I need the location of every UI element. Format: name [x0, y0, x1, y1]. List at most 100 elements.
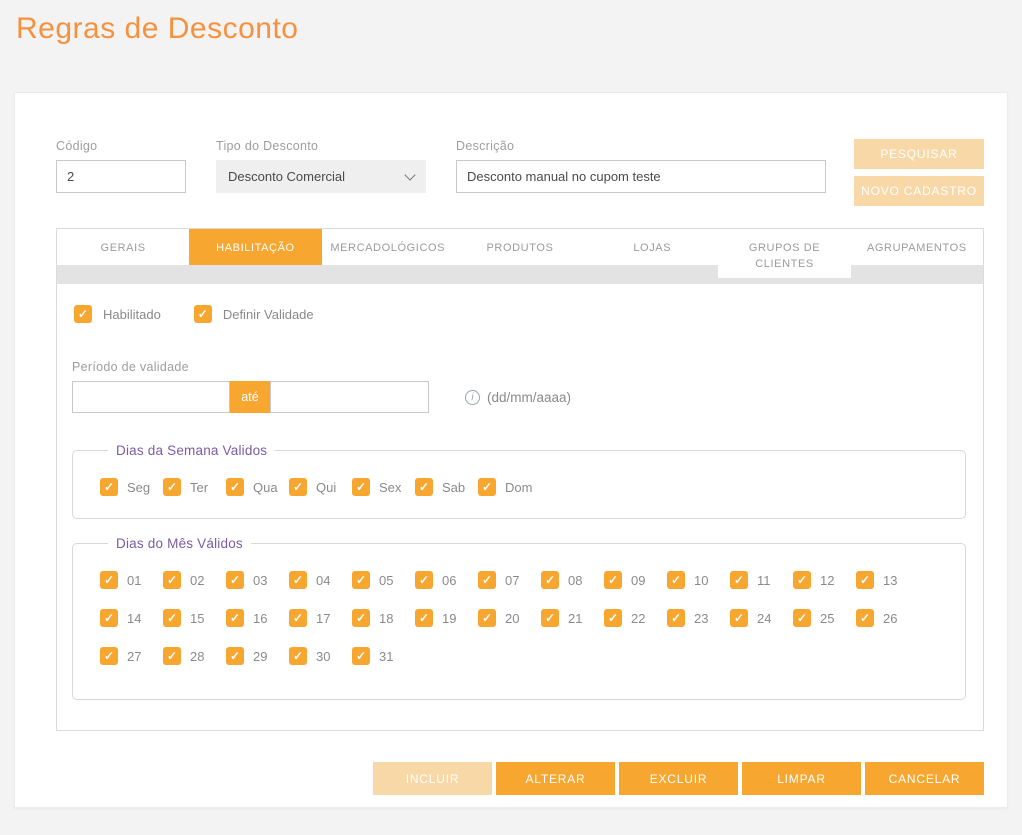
month-day-item[interactable]: ✓ 14 — [100, 609, 163, 627]
month-day-item[interactable]: ✓ 06 — [415, 571, 478, 589]
checked-checkbox: ✓ — [100, 647, 118, 665]
tab[interactable]: PRODUTOS — [453, 229, 587, 265]
day-label: 25 — [820, 610, 835, 626]
checkbox-item[interactable]: ✓ Definir Validade — [193, 305, 314, 323]
day-label: 13 — [883, 572, 898, 588]
month-day-item[interactable]: ✓ 18 — [352, 609, 415, 627]
month-days: ✓ 01 ✓ 02 ✓ 03 ✓ 04 ✓ 05 ✓ 06 ✓ 07 ✓ 08 … — [100, 571, 919, 665]
week-days: ✓ Seg ✓ Ter ✓ Qua ✓ Qui ✓ Sex ✓ Sab ✓ Do… — [100, 478, 919, 496]
footer-button[interactable]: ALTERAR — [496, 762, 615, 795]
checkbox-item[interactable]: ✓ Habilitado — [74, 305, 161, 323]
month-day-item[interactable]: ✓ 23 — [667, 609, 730, 627]
tipo-desconto-label: Tipo do Desconto — [216, 139, 319, 153]
checked-checkbox: ✓ — [289, 647, 307, 665]
month-day-item[interactable]: ✓ 05 — [352, 571, 415, 589]
footer-button[interactable]: CANCELAR — [865, 762, 984, 795]
day-label: Dom — [505, 479, 533, 495]
day-label: 14 — [127, 610, 142, 626]
month-day-item[interactable]: ✓ 04 — [289, 571, 352, 589]
week-day-item[interactable]: ✓ Seg — [100, 478, 163, 496]
month-day-item[interactable]: ✓ 03 — [226, 571, 289, 589]
tab[interactable]: LOJAS — [586, 229, 719, 265]
week-day-item[interactable]: ✓ Dom — [478, 478, 541, 496]
month-day-item[interactable]: ✓ 30 — [289, 647, 352, 665]
week-day-item[interactable]: ✓ Ter — [163, 478, 226, 496]
tab-label: AGRUPAMENTOS — [866, 242, 967, 254]
day-label: 26 — [883, 610, 898, 626]
month-day-item[interactable]: ✓ 26 — [856, 609, 919, 627]
checkmark-icon: ✓ — [355, 649, 367, 663]
month-day-item[interactable]: ✓ 25 — [793, 609, 856, 627]
month-day-item[interactable]: ✓ 28 — [163, 647, 226, 665]
day-label: 22 — [631, 610, 646, 626]
day-label: 27 — [127, 648, 142, 664]
tab[interactable]: GERAIS — [57, 229, 190, 265]
codigo-label: Código — [56, 139, 98, 153]
month-day-item[interactable]: ✓ 10 — [667, 571, 730, 589]
day-label: 10 — [694, 572, 709, 588]
day-label: 03 — [253, 572, 268, 588]
checked-checkbox: ✓ — [289, 478, 307, 496]
week-day-item[interactable]: ✓ Qui — [289, 478, 352, 496]
tab-panel: GERAIS HABILITAÇÃO MERCADOLÓGICOS PRODUT… — [56, 228, 984, 731]
checkmark-icon: ✓ — [103, 649, 115, 663]
month-day-item[interactable]: ✓ 13 — [856, 571, 919, 589]
footer-button[interactable]: INCLUIR — [373, 762, 492, 795]
checked-checkbox: ✓ — [541, 571, 559, 589]
data-inicio-input[interactable] — [72, 381, 230, 413]
month-day-item[interactable]: ✓ 24 — [730, 609, 793, 627]
month-day-item[interactable]: ✓ 21 — [541, 609, 604, 627]
week-day-item[interactable]: ✓ Qua — [226, 478, 289, 496]
codigo-input[interactable] — [56, 160, 186, 193]
month-day-item[interactable]: ✓ 31 — [352, 647, 415, 665]
checkmark-icon: ✓ — [103, 573, 115, 587]
checkmark-icon: ✓ — [481, 573, 493, 587]
month-day-item[interactable]: ✓ 11 — [730, 571, 793, 589]
field-tipo-desconto: Tipo do Desconto Desconto Comercial — [216, 139, 426, 193]
checkmark-icon: ✓ — [544, 573, 556, 587]
tab[interactable]: HABILITAÇÃO — [189, 229, 322, 265]
month-day-item[interactable]: ✓ 22 — [604, 609, 667, 627]
month-day-item[interactable]: ✓ 16 — [226, 609, 289, 627]
month-day-item[interactable]: ✓ 09 — [604, 571, 667, 589]
month-day-item[interactable]: ✓ 17 — [289, 609, 352, 627]
pesquisar-button[interactable]: PESQUISAR — [854, 139, 984, 169]
tab[interactable]: AGRUPAMENTOS — [850, 229, 983, 265]
dias-semana-fieldset: Dias da Semana Validos ✓ Seg ✓ Ter ✓ Qua… — [72, 443, 966, 519]
chevron-down-icon — [404, 168, 416, 181]
day-label: 20 — [505, 610, 520, 626]
month-day-item[interactable]: ✓ 27 — [100, 647, 163, 665]
month-day-item[interactable]: ✓ 29 — [226, 647, 289, 665]
novo-cadastro-button[interactable]: NOVO CADASTRO — [854, 176, 984, 206]
checkmark-icon: ✓ — [607, 573, 619, 587]
descricao-input[interactable] — [456, 160, 826, 193]
tipo-desconto-select[interactable]: Desconto Comercial — [216, 160, 426, 193]
day-label: 16 — [253, 610, 268, 626]
month-day-item[interactable]: ✓ 20 — [478, 609, 541, 627]
day-label: 21 — [568, 610, 583, 626]
tab-label: GRUPOS DE CLIENTES — [748, 242, 821, 270]
month-day-item[interactable]: ✓ 19 — [415, 609, 478, 627]
checked-checkbox: ✓ — [163, 609, 181, 627]
data-fim-input[interactable] — [270, 381, 429, 413]
month-day-item[interactable]: ✓ 07 — [478, 571, 541, 589]
month-day-item[interactable]: ✓ 12 — [793, 571, 856, 589]
month-day-item[interactable]: ✓ 15 — [163, 609, 226, 627]
checkmark-icon: ✓ — [481, 480, 493, 494]
tab[interactable]: MERCADOLÓGICOS — [321, 229, 454, 265]
periodo-row: até i (dd/mm/aaaa) — [72, 381, 966, 413]
day-label: 12 — [820, 572, 835, 588]
checked-checkbox: ✓ — [163, 571, 181, 589]
month-day-item[interactable]: ✓ 01 — [100, 571, 163, 589]
tab[interactable]: GRUPOS DE CLIENTES — [718, 229, 851, 278]
checkmark-icon: ✓ — [418, 611, 430, 625]
week-day-item[interactable]: ✓ Sex — [352, 478, 415, 496]
month-day-item[interactable]: ✓ 02 — [163, 571, 226, 589]
checkbox-label: Habilitado — [103, 306, 161, 322]
month-day-item[interactable]: ✓ 08 — [541, 571, 604, 589]
footer-button[interactable]: LIMPAR — [742, 762, 861, 795]
ate-button[interactable]: até — [230, 381, 270, 413]
checked-checkbox: ✓ — [352, 647, 370, 665]
footer-button[interactable]: EXCLUIR — [619, 762, 738, 795]
week-day-item[interactable]: ✓ Sab — [415, 478, 478, 496]
